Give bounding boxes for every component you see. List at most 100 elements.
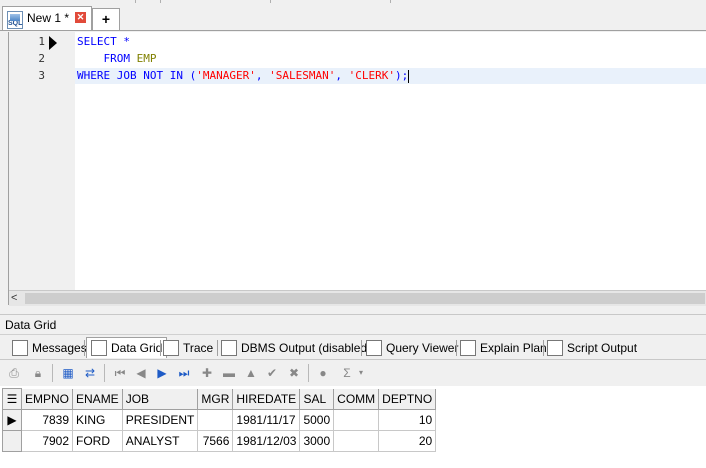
cell-sal[interactable]: 3000 [299,430,335,452]
string-literal: 'MANAGER' [196,69,256,82]
string-literal: 'SALESMAN' [269,69,336,82]
tab-trace[interactable]: Trace [163,338,213,358]
tab-label: Trace [183,341,214,355]
add-tab-button[interactable]: + [92,8,120,31]
column-header[interactable]: SAL [299,388,335,410]
cell-ename[interactable]: KING [72,409,123,431]
grid-toolbar: ⎙ 🔒︎ ▦ ⇄ ⏮ ◀ ▶ ⏭ ✚ ▬ ▲ ✔ ✖ ● Σ ▾ [0,359,706,387]
comma: , [335,69,349,82]
code-line-3[interactable]: WHERE JOB NOT IN ('MANAGER', 'SALESMAN',… [77,68,410,84]
tab-label: Script Output [567,341,638,355]
close-icon[interactable]: ✕ [75,12,86,23]
horizontal-scrollbar[interactable]: < [9,290,706,306]
tab-separator [543,340,544,356]
document-tab-bar: SQL New 1 * ✕ + [0,4,706,31]
tab-label: Messages [32,341,87,355]
sum-icon[interactable]: Σ [339,365,355,381]
result-grid[interactable]: ☰ EMPNO ENAME JOB MGR HIREDATE SAL COMM … [2,388,437,452]
column-header[interactable]: JOB [121,388,199,410]
toolbar-separator [160,0,161,3]
first-record-icon[interactable]: ⏮ [112,365,128,381]
tab-separator [84,340,85,356]
trace-icon [163,340,179,356]
edit-record-icon[interactable]: ▲ [243,365,259,381]
last-record-icon[interactable]: ⏭ [176,365,192,381]
cell-sal[interactable]: 5000 [299,409,335,431]
plan-icon [460,340,476,356]
next-record-icon[interactable]: ▶ [154,365,170,381]
cell-job[interactable]: PRESIDENT [121,409,199,431]
code-line-1[interactable]: SELECT * [77,34,130,50]
row-selector-header[interactable]: ☰ [2,388,22,410]
sql-file-icon: SQL [7,11,23,29]
cell-comm[interactable] [333,409,380,431]
refresh-icon[interactable]: ⇄ [82,365,98,381]
tab-separator [160,340,161,356]
cell-empno[interactable]: 7839 [20,409,74,431]
panel-title-bar: Data Grid [0,314,706,333]
previous-record-icon[interactable]: ◀ [133,365,149,381]
table-row[interactable]: 7902 FORD ANALYST 7566 1981/12/03 3000 2… [2,430,437,452]
cell-hiredate[interactable]: 1981/12/03 [232,430,301,452]
column-name: JOB [116,69,137,82]
sql-editor[interactable]: 1 2 3 SELECT * FROM EMP WHERE JOB NOT IN… [8,32,706,306]
column-header[interactable]: DEPTNO [378,388,437,410]
table-row[interactable]: ▶ 7839 KING PRESIDENT 1981/11/17 5000 10 [2,409,437,431]
cell-mgr[interactable] [197,409,234,431]
scroll-left-icon[interactable]: < [11,292,17,304]
column-header[interactable]: HIREDATE [232,388,301,410]
scrollbar-thumb[interactable] [25,293,705,304]
document-icon [366,340,382,356]
export-icon[interactable]: ▦ [60,365,76,381]
toolbar-separator [52,364,53,382]
post-edit-icon[interactable]: ✔ [264,365,280,381]
column-header[interactable]: EMPNO [20,388,74,410]
tab-separator [456,340,457,356]
toolbar-separator [270,0,271,3]
tab-messages[interactable]: Messages [12,338,87,358]
tab-label: Query Viewer [386,341,459,355]
tab-dbms-output[interactable]: DBMS Output (disabled) [221,338,371,358]
tab-new-1[interactable]: SQL New 1 * ✕ [2,6,92,30]
tab-script-output[interactable]: Script Output [547,338,637,358]
chevron-down-icon[interactable]: ▾ [356,365,366,381]
print-icon[interactable]: ⎙ [6,365,22,381]
cell-mgr[interactable]: 7566 [197,430,234,452]
row-selector[interactable] [2,430,22,452]
tab-data-grid[interactable]: Data Grid [86,337,168,358]
insert-record-icon[interactable]: ✚ [199,365,215,381]
keyword: WHERE [77,69,111,82]
cell-job[interactable]: ANALYST [121,430,199,452]
keyword: SELECT [77,35,117,48]
cell-empno[interactable]: 7902 [20,430,74,452]
lock-icon[interactable]: 🔒︎ [30,365,46,381]
open-paren: ( [183,69,197,82]
delete-record-icon[interactable]: ▬ [221,365,237,381]
table-name: EMP [136,52,157,65]
filter-icon[interactable]: ● [315,365,331,381]
cell-deptno[interactable]: 10 [378,409,437,431]
cell-comm[interactable] [333,430,380,452]
current-statement-marker-icon [49,36,57,50]
tab-query-viewer[interactable]: Query Viewer [366,338,458,358]
tab-label: Data Grid [111,341,163,355]
toolbar-separator [104,364,105,382]
cell-hiredate[interactable]: 1981/11/17 [232,409,301,431]
column-header[interactable]: COMM [333,388,380,410]
line-number: 1 [38,35,45,48]
cell-ename[interactable]: FORD [72,430,123,452]
tab-label: Explain Plan [480,341,547,355]
grid-icon [91,340,107,356]
column-header[interactable]: ENAME [72,388,123,410]
asterisk: * [116,35,130,48]
line-number: 3 [38,69,45,82]
cell-deptno[interactable]: 20 [378,430,437,452]
keyword: IN [169,69,183,82]
line-number: 2 [38,52,45,65]
column-header[interactable]: MGR [197,388,234,410]
cancel-edit-icon[interactable]: ✖ [286,365,302,381]
tab-explain-plan[interactable]: Explain Plan [460,338,547,358]
code-line-2[interactable]: FROM EMP [77,51,157,67]
current-row-indicator-icon[interactable]: ▶ [2,409,22,431]
